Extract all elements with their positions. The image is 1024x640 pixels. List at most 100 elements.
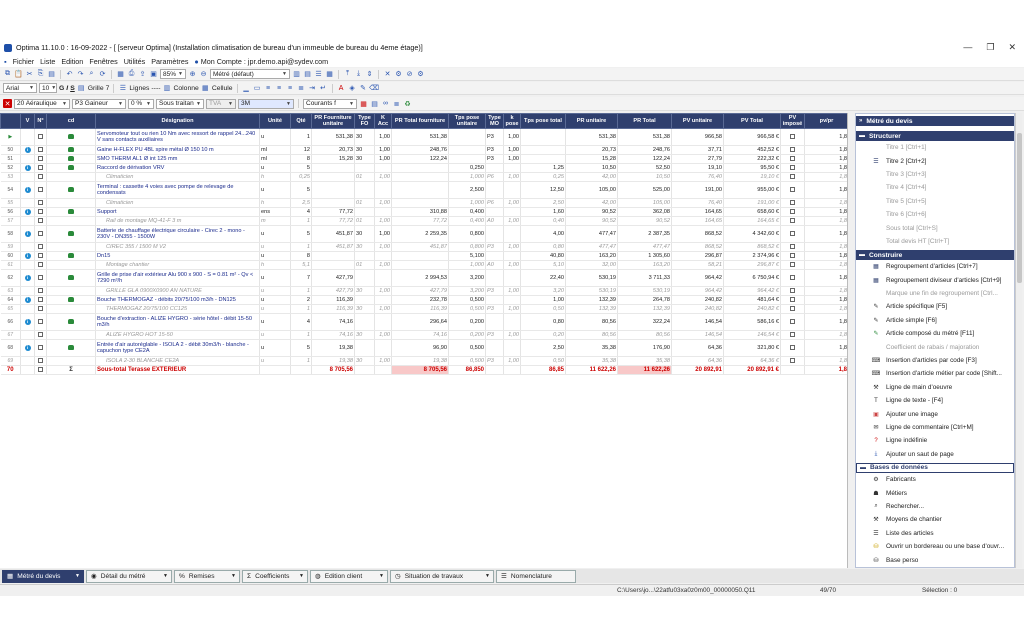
row-checkbox[interactable] [38, 133, 43, 139]
cell-prt[interactable]: 52,50 [617, 163, 672, 173]
link-chain-icon[interactable]: ∞ [381, 99, 390, 108]
cell-q[interactable]: 4 [290, 207, 312, 217]
table-row[interactable]: 66 i Bouche d'extraction - ALIZE HYGRO - s… [0, 313, 847, 331]
cell-kp[interactable]: 1,00 [503, 356, 521, 366]
cell-u[interactable]: ens [259, 207, 291, 217]
copy-icon[interactable]: ⧉ [3, 70, 12, 79]
cell-tfo[interactable]: 01 [354, 260, 375, 270]
cell-pvpr[interactable]: 1,8 [804, 251, 847, 261]
cell-prf[interactable]: 427,79 [311, 286, 355, 296]
cell-tmo[interactable]: P3 [485, 356, 504, 366]
cell-tfo[interactable] [354, 365, 375, 375]
cell-q[interactable]: 1 [290, 216, 312, 226]
cell-kp[interactable] [503, 251, 521, 261]
cell-pvt[interactable]: 164,65 € [723, 216, 781, 226]
column-header[interactable]: Qté [290, 113, 312, 129]
cell-tpt[interactable]: 0,20 [520, 330, 566, 340]
cell-ka[interactable]: 1,00 [374, 286, 392, 296]
cell-pvu[interactable]: 868,52 [671, 242, 724, 252]
cell-pvu[interactable]: 240,82 [671, 304, 724, 314]
designation-cell[interactable]: Climaticien [95, 172, 260, 182]
cell-kp[interactable] [503, 163, 521, 173]
cell-pvt[interactable]: 191,00 € [723, 198, 781, 208]
cell-pvpr[interactable]: 1,8 [804, 128, 847, 146]
cell-prf[interactable]: 77,72 [311, 207, 355, 217]
cell-tfo[interactable] [354, 163, 375, 173]
cell-tpu[interactable]: 1,000 [448, 198, 486, 208]
info-icon[interactable]: i [24, 345, 31, 351]
cell-u[interactable]: u [259, 295, 291, 305]
cell-prtf[interactable] [391, 198, 449, 208]
cell-pru[interactable]: 15,28 [565, 154, 618, 164]
cell-prt[interactable]: 11 622,26 [617, 365, 672, 375]
cell-ka[interactable] [374, 251, 392, 261]
row-checkbox[interactable] [38, 296, 43, 302]
cell-q[interactable]: 7 [290, 269, 312, 287]
find-icon[interactable]: ⌕ [87, 70, 96, 79]
cell-tpu[interactable]: 0,200 [448, 313, 486, 331]
cell-tmo[interactable] [485, 295, 504, 305]
row-checkbox[interactable] [38, 331, 43, 337]
pv-impose-checkbox[interactable] [790, 199, 795, 205]
cell-pru[interactable]: 90,52 [565, 207, 618, 217]
pv-impose-checkbox[interactable] [790, 261, 795, 267]
cell-kp[interactable] [503, 339, 521, 357]
cell-pvu[interactable]: 27,79 [671, 154, 724, 164]
pv-impose-checkbox[interactable] [790, 287, 795, 293]
row-checkbox[interactable] [38, 318, 43, 324]
table-icon[interactable]: ▤ [370, 99, 379, 108]
cell-tpt[interactable] [520, 145, 566, 155]
cell-tpu[interactable]: 5,100 [448, 251, 486, 261]
table-row[interactable]: 51 SMO THERM AL1 Ø int 125 mm ml 8 15,28 30 1,… [0, 154, 847, 164]
cell-q[interactable]: 1 [290, 304, 312, 314]
side-item[interactable]: ? Ligne indéfinie [856, 434, 1014, 447]
cell-prt[interactable]: 1 305,60 [617, 251, 672, 261]
scrollbar-thumb[interactable] [1017, 133, 1022, 283]
cell-kp[interactable]: 1,00 [503, 154, 521, 164]
row-checkbox[interactable] [38, 217, 43, 223]
table-row[interactable]: 57 Rail de montage MQ-41-F 3 m m 1 77,72 01 1,… [0, 216, 847, 226]
soustraitant-select[interactable]: Sous traitan ▼ [156, 98, 204, 109]
side-panel-scrollbar[interactable] [1015, 113, 1022, 568]
tab-5[interactable]: ◷ Situation de travaux ▼ [390, 569, 494, 583]
colonne-label[interactable]: Colonne [173, 85, 198, 92]
cell-tpt[interactable]: 0,80 [520, 242, 566, 252]
cell-tfo[interactable]: 01 [354, 198, 375, 208]
cell-tpu[interactable]: 0,400 [448, 216, 486, 226]
side-item[interactable]: ▣ Ajouter une image [856, 407, 1014, 420]
cell-ka[interactable]: 1,00 [374, 304, 392, 314]
preview-icon[interactable]: ▦ [116, 70, 125, 79]
pv-impose-checkbox[interactable] [790, 217, 795, 223]
cell-tmo[interactable]: P3 [485, 145, 504, 155]
cell-prf[interactable]: 74,16 [311, 330, 355, 340]
designation-cell[interactable]: Terminal : cassette 4 voies avec pompe d… [95, 181, 260, 199]
menu-fichier[interactable]: Fichier [13, 57, 35, 66]
close-icon[interactable]: ✕ [1008, 42, 1016, 53]
table-row[interactable]: 64 i Bouche THERMOGAZ - débits 20/75/100 m… [0, 295, 847, 305]
column-header[interactable]: Désignation [95, 113, 260, 129]
side-item[interactable]: Titre 6 [Ctrl+6] [856, 208, 1014, 221]
color-palette-icon[interactable]: ▦ [359, 99, 368, 108]
cell-pvpr[interactable]: 1,8 [804, 365, 847, 375]
metre-select[interactable]: Métré (défaut) ▼ [210, 69, 290, 79]
info-icon[interactable]: i [24, 319, 31, 325]
cell-prf[interactable]: 451,87 [311, 242, 355, 252]
table-row[interactable]: 61 Montage chantier h 5,1 01 1,00 1,000 A0 1,00 5… [0, 260, 847, 270]
cell-pvt[interactable]: 20 892,91 € [723, 365, 781, 375]
cell-prf[interactable]: 116,39 [311, 295, 355, 305]
cut-icon[interactable]: ✂ [25, 70, 34, 79]
cell-pvpr[interactable]: 1,8 [804, 225, 847, 243]
table-row[interactable]: 59 CIREC 355 / 1500 M V2 u 1 451,87 30 1,00 451… [0, 242, 847, 252]
cell-u[interactable]: u [259, 339, 291, 357]
cell-tpu[interactable]: 0,250 [448, 163, 486, 173]
table-row[interactable]: 50 i Gaine H-FLEX PU 4BL spire métal Ø 150… [0, 145, 847, 155]
lines-icon[interactable]: ☰ [118, 84, 127, 93]
cell-pvu[interactable]: 146,54 [671, 313, 724, 331]
cell-q[interactable]: 2,5 [290, 198, 312, 208]
pv-impose-checkbox[interactable] [790, 230, 795, 236]
cell-prtf[interactable]: 122,24 [391, 154, 449, 164]
table-row[interactable]: 67 ALIZE HYGRO HOT 15-50 u 1 74,16 30 1,00 74,1… [0, 330, 847, 340]
cell-tfo[interactable] [354, 251, 375, 261]
table-row[interactable]: 52 i Raccord de dérivation VRV u 5 0,250 1,25 1… [0, 163, 847, 173]
cell-tfo[interactable] [354, 207, 375, 217]
